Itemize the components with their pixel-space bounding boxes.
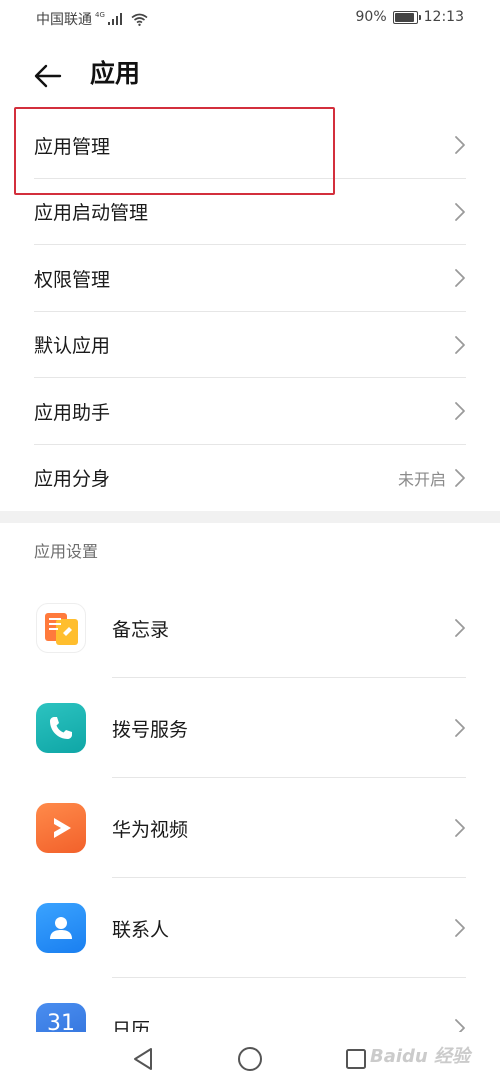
chevron-right-icon (455, 402, 465, 421)
menu-item-label: 默认应用 (34, 335, 111, 358)
video-play-icon (36, 803, 86, 853)
chevron-right-icon (455, 269, 465, 288)
wifi-icon (131, 13, 148, 26)
status-bar: 中国联通 4G 90% 12:13 (0, 0, 500, 36)
nav-back-button[interactable] (128, 1044, 158, 1074)
chevron-right-icon (455, 719, 465, 737)
battery-percent: 90% (355, 9, 387, 25)
app-item-memo[interactable]: 备忘录 (0, 578, 500, 678)
app-item-label: 拨号服务 (112, 718, 189, 741)
menu-item-app-assistant[interactable]: 应用助手 (0, 378, 500, 445)
menu-item-app-startup-management[interactable]: 应用启动管理 (0, 179, 500, 246)
section-divider (0, 511, 500, 523)
square-recents-icon (346, 1049, 366, 1069)
circle-home-icon (238, 1047, 262, 1071)
menu-item-label: 应用启动管理 (34, 202, 149, 225)
menu-item-app-management[interactable]: 应用管理 (0, 112, 500, 179)
network-type: 4G (95, 10, 105, 19)
watermark-text: Baidu 经验 (369, 1046, 470, 1067)
back-button[interactable] (28, 56, 68, 96)
menu-item-default-apps[interactable]: 默认应用 (0, 312, 500, 379)
memo-icon (36, 603, 86, 653)
carrier-name: 中国联通 (36, 12, 92, 28)
app-item-calendar[interactable]: 31 日历 (0, 978, 500, 1032)
back-arrow-icon (34, 64, 62, 88)
signal-icon (107, 13, 122, 25)
app-item-contacts[interactable]: 联系人 (0, 878, 500, 978)
phone-icon (36, 703, 86, 753)
page-title: 应用 (90, 59, 141, 88)
app-item-label: 联系人 (112, 918, 170, 941)
calendar-icon: 31 (36, 1003, 86, 1032)
menu-item-permission-management[interactable]: 权限管理 (0, 245, 500, 312)
menu-item-app-twin[interactable]: 应用分身 未开启 (0, 445, 500, 512)
chevron-right-icon (455, 819, 465, 837)
chevron-right-icon (455, 202, 465, 221)
menu-item-status: 未开启 (397, 469, 446, 489)
calendar-icon-date: 31 (47, 1011, 75, 1032)
triangle-back-icon (134, 1048, 152, 1070)
nav-home-button[interactable] (235, 1044, 265, 1074)
app-settings-list: 备忘录 拨号服务 华为视频 联系人 31 日历 (0, 578, 500, 1032)
app-item-huawei-video[interactable]: 华为视频 (0, 778, 500, 878)
chevron-right-icon (455, 468, 465, 487)
chevron-right-icon (455, 136, 465, 155)
page-header: 应用 (0, 50, 500, 100)
chevron-right-icon (455, 335, 465, 354)
app-item-label: 备忘录 (112, 618, 170, 641)
menu-item-label: 应用分身 (34, 468, 111, 491)
nav-recents-button[interactable] (341, 1044, 371, 1074)
status-left: 中国联通 4G (36, 9, 148, 29)
menu-item-label: 权限管理 (34, 268, 111, 291)
app-item-label: 华为视频 (112, 818, 189, 841)
status-right: 90% 12:13 (356, 9, 464, 25)
menu-item-label: 应用助手 (34, 401, 111, 424)
chevron-right-icon (455, 1019, 465, 1032)
menu-item-label: 应用管理 (34, 135, 111, 158)
app-menu-list: 应用管理 应用启动管理 权限管理 默认应用 应用助手 应用分身 未开启 (0, 112, 500, 511)
chevron-right-icon (455, 919, 465, 937)
chevron-right-icon (455, 619, 465, 637)
clock-time: 12:13 (423, 9, 464, 25)
app-item-label: 日历 (112, 1018, 151, 1033)
section-title-app-settings: 应用设置 (34, 542, 99, 561)
battery-fill (394, 12, 414, 22)
battery-icon (392, 10, 421, 24)
app-item-dialer-service[interactable]: 拨号服务 (0, 678, 500, 778)
contact-person-icon (36, 903, 86, 953)
system-navigation-bar: Baidu 经验 (0, 1032, 500, 1083)
